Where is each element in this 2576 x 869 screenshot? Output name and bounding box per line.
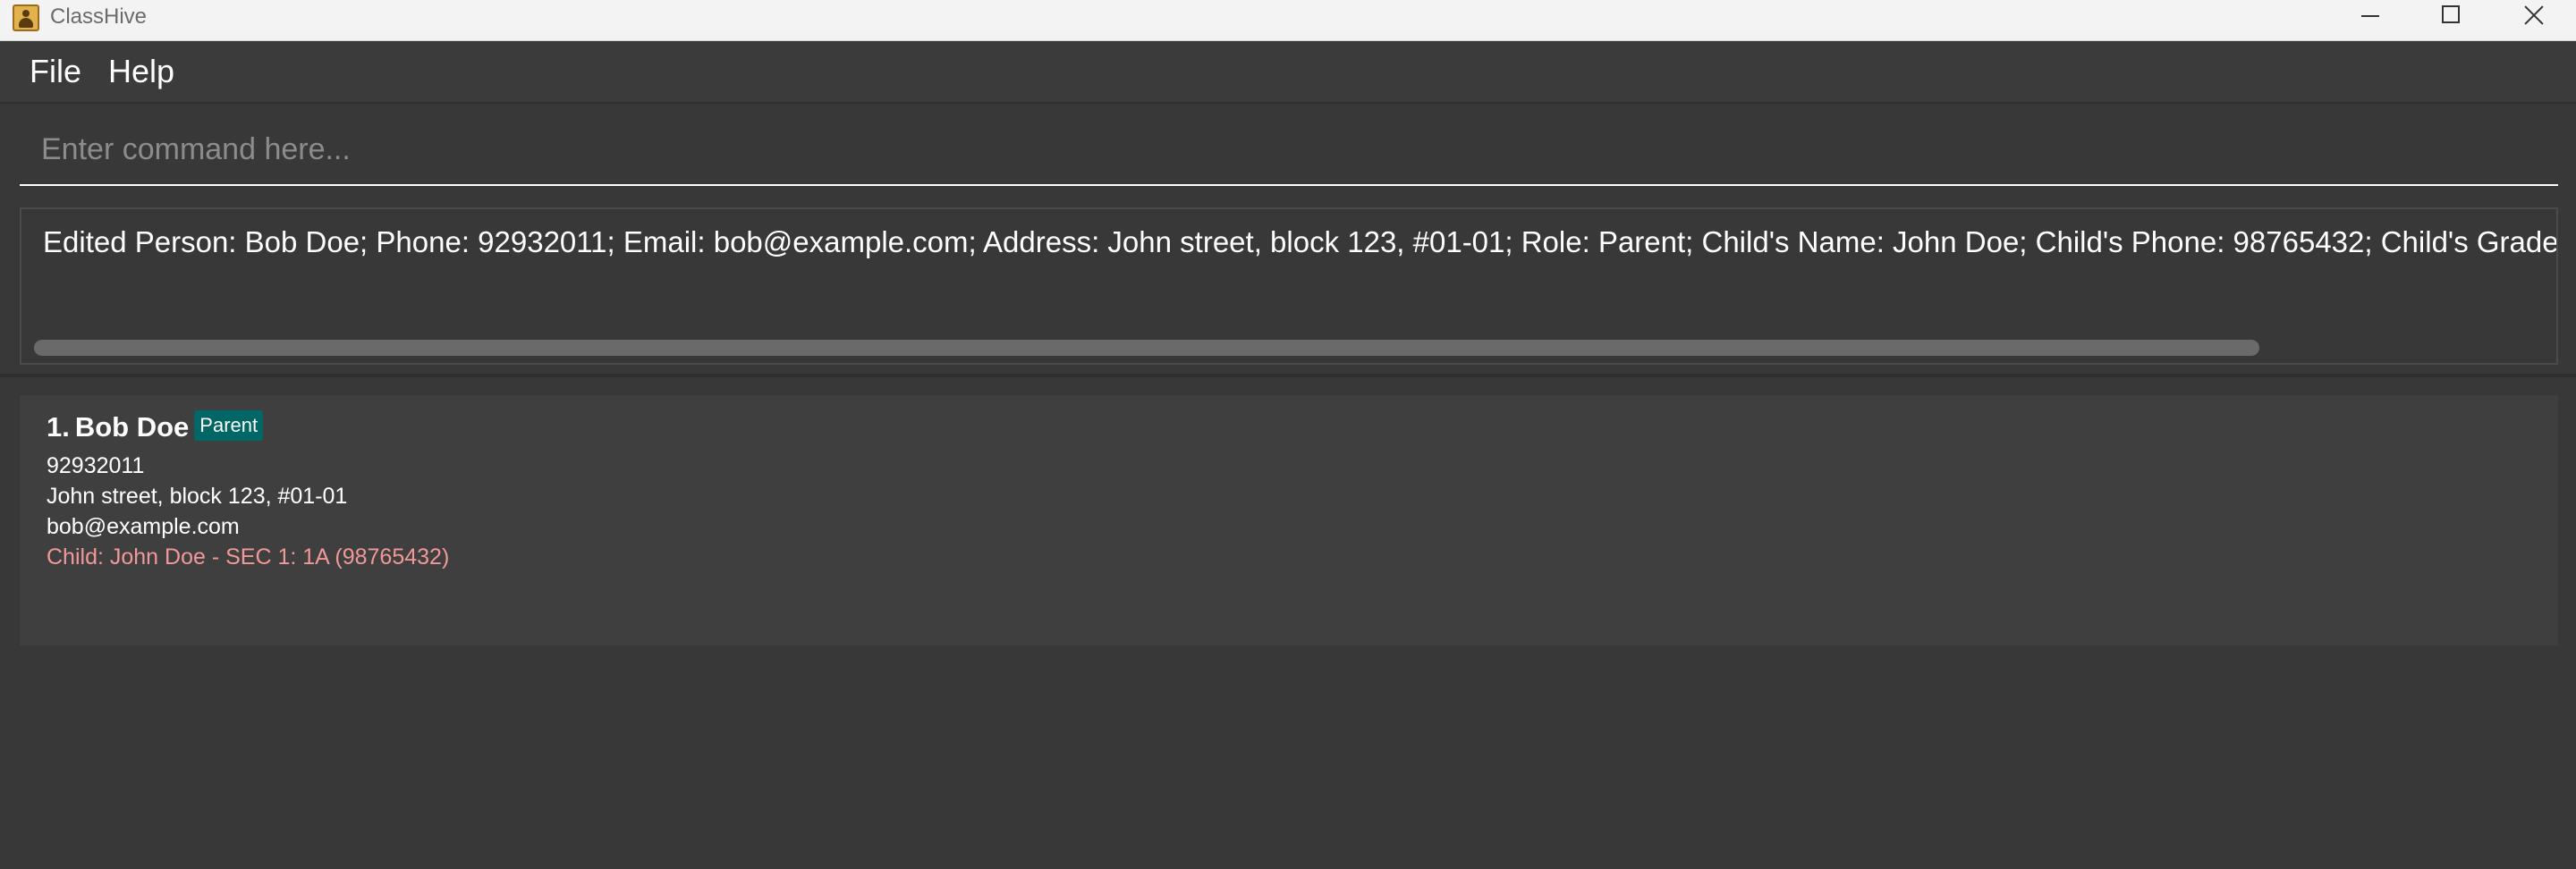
result-display[interactable]: Edited Person: Bob Doe; Phone: 92932011;… bbox=[20, 207, 2558, 365]
minimize-icon bbox=[2361, 15, 2379, 17]
person-address: John street, block 123, #01-01 bbox=[47, 484, 348, 509]
maximize-button[interactable] bbox=[2411, 0, 2494, 32]
maximize-icon bbox=[2442, 5, 2460, 23]
horizontal-scrollbar[interactable] bbox=[34, 340, 2259, 356]
command-box bbox=[20, 114, 2558, 186]
app-icon bbox=[13, 4, 39, 31]
close-button[interactable] bbox=[2494, 0, 2576, 32]
command-input[interactable] bbox=[20, 114, 2558, 184]
person-email: bob@example.com bbox=[47, 514, 240, 539]
person-phone: 92932011 bbox=[47, 453, 145, 478]
person-index: 1. bbox=[47, 411, 70, 443]
window-title: ClassHive bbox=[50, 4, 148, 29]
role-tag: Parent bbox=[194, 410, 264, 441]
person-header: 1. Bob Doe Parent bbox=[47, 408, 264, 447]
menu-help[interactable]: Help bbox=[108, 53, 174, 90]
person-name: Bob Doe bbox=[74, 411, 190, 443]
title-bar: ClassHive bbox=[0, 0, 2576, 41]
menu-bar: File Help bbox=[0, 41, 2576, 104]
close-icon bbox=[2521, 2, 2547, 29]
person-child: Child: John Doe - SEC 1: 1A (98765432) bbox=[47, 544, 450, 569]
result-text: Edited Person: Bob Doe; Phone: 92932011;… bbox=[43, 225, 2558, 258]
person-list: 1. Bob Doe Parent 92932011 John street, bl… bbox=[0, 377, 2576, 869]
menu-file[interactable]: File bbox=[30, 53, 81, 90]
person-card[interactable]: 1. Bob Doe Parent 92932011 John street, bl… bbox=[20, 395, 2558, 645]
minimize-button[interactable] bbox=[2329, 0, 2411, 32]
